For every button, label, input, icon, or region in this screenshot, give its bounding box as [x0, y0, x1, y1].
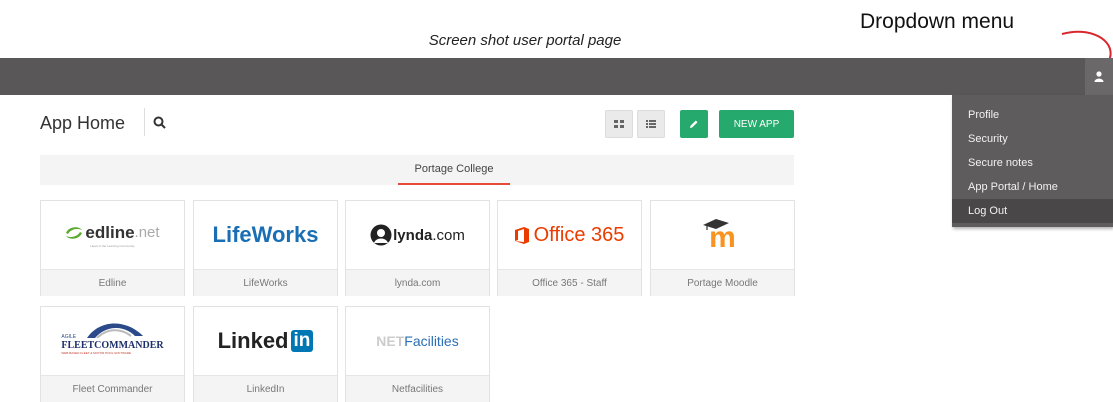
- list-icon: [646, 120, 656, 128]
- dropdown-annotation: Dropdown menu: [860, 10, 1015, 33]
- office365-logo: Office 365: [498, 201, 641, 269]
- menu-item-security[interactable]: Security: [952, 127, 1113, 151]
- menu-item-secure-notes[interactable]: Secure notes: [952, 151, 1113, 175]
- lynda-logo: lynda .com: [346, 201, 489, 269]
- app-tile-lynda[interactable]: lynda .com lynda.com: [345, 200, 490, 296]
- menu-item-profile[interactable]: Profile: [952, 103, 1113, 127]
- tab-bar: Portage College: [40, 155, 794, 185]
- lynda-seal-icon: [370, 224, 392, 246]
- user-menu-button[interactable]: [1085, 58, 1113, 95]
- edit-button[interactable]: [680, 110, 708, 138]
- grid-view-button[interactable]: [605, 110, 633, 138]
- lifeworks-logo: LifeWorks: [212, 222, 319, 247]
- page: Screen shot user portal page Dropdown me…: [0, 0, 1113, 402]
- mortarboard-icon: [703, 219, 729, 230]
- menu-item-app-portal[interactable]: App Portal / Home: [952, 175, 1113, 199]
- page-title: App Home: [40, 113, 126, 133]
- office-icon: [514, 226, 529, 244]
- fleet-arc-icon: [87, 322, 144, 338]
- user-icon: [1094, 71, 1104, 82]
- app-name: Netfacilities: [346, 375, 489, 402]
- search-icon[interactable]: [152, 115, 168, 131]
- app-tile-moodle[interactable]: m Portage Moodle: [650, 200, 795, 296]
- menu-item-log-out[interactable]: Log Out: [952, 199, 1113, 223]
- app-name: Edline: [41, 269, 184, 296]
- app-tile-lifeworks[interactable]: LifeWorks LifeWorks: [193, 200, 338, 296]
- top-navbar: [0, 58, 1113, 95]
- netfacilities-logo: NET Facilities: [376, 333, 459, 349]
- app-name: Fleet Commander: [41, 375, 184, 402]
- linkedin-logo: Linked in: [194, 307, 337, 375]
- moodle-logo: m: [651, 201, 794, 269]
- app-name: Office 365 - Staff: [498, 269, 641, 296]
- list-view-button[interactable]: [637, 110, 665, 138]
- divider: [144, 108, 145, 136]
- pencil-icon: [690, 120, 698, 128]
- app-name: lynda.com: [346, 269, 489, 296]
- app-tile-office365[interactable]: Office 365 Office 365 - Staff: [497, 200, 642, 296]
- app-name: Portage Moodle: [651, 269, 794, 296]
- user-dropdown-menu: Profile Security Secure notes App Portal…: [952, 95, 1113, 227]
- edline-swirl-icon: [66, 226, 83, 239]
- new-app-button[interactable]: NEW APP: [719, 110, 794, 138]
- app-name: LinkedIn: [194, 375, 337, 402]
- fleet-commander-logo: AGILE FLEETCOMMANDER WEB-BASED FLEET & M…: [41, 307, 184, 375]
- grid-icon: [614, 120, 624, 128]
- tab-portage-college[interactable]: Portage College: [398, 163, 510, 175]
- app-tile-linkedin[interactable]: Linked in LinkedIn: [193, 306, 338, 402]
- app-name: LifeWorks: [194, 269, 337, 296]
- screenshot-caption: Screen shot user portal page: [428, 32, 622, 49]
- edline-logo: edline .net Heart of the Learning Communi…: [41, 201, 184, 269]
- app-tile-edline[interactable]: edline .net Heart of the Learning Communi…: [40, 200, 185, 296]
- app-tile-fleet-commander[interactable]: AGILE FLEETCOMMANDER WEB-BASED FLEET & M…: [40, 306, 185, 402]
- app-tile-netfacilities[interactable]: NET Facilities Netfacilities: [345, 306, 490, 402]
- active-tab-indicator: [398, 183, 510, 185]
